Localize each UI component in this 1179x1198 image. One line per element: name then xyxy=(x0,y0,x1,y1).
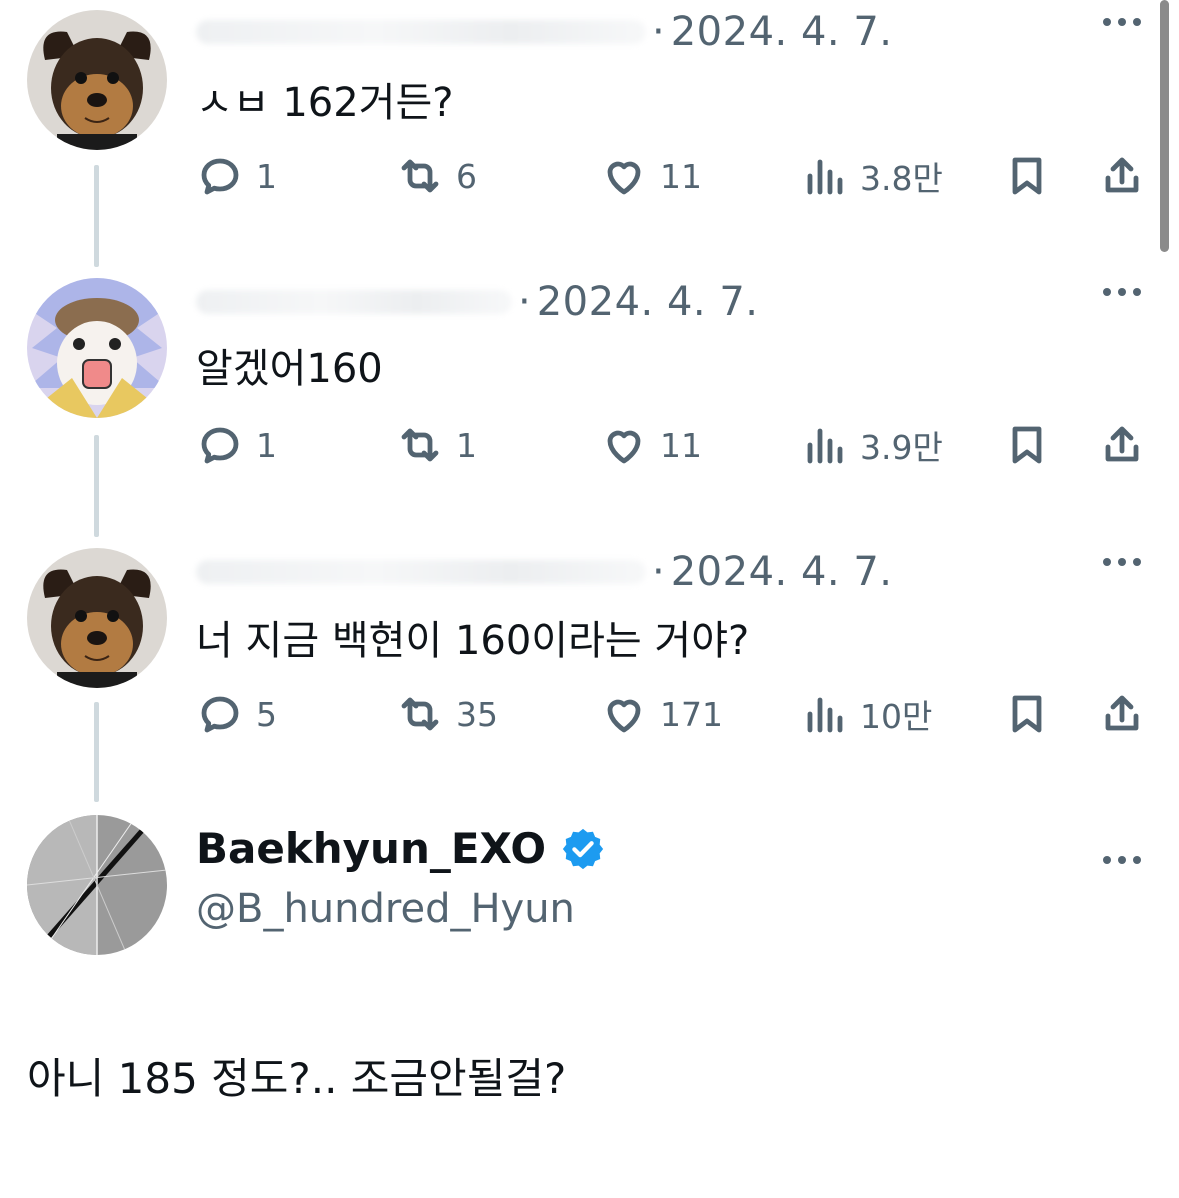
redacted-username xyxy=(196,290,512,314)
reply-2[interactable]: · 2024. 4. 7. 알겠어160 1 1 11 3.9만 xyxy=(0,270,1179,540)
retweet-count: 35 xyxy=(456,694,498,734)
more-options-icon[interactable] xyxy=(1103,288,1141,296)
like-count: 11 xyxy=(660,156,702,196)
reply-date[interactable]: 2024. 4. 7. xyxy=(671,9,893,55)
main-tweet-text: 아니 185 정도?.. 조금안될걸? xyxy=(27,1054,567,1103)
views-icon xyxy=(807,697,843,733)
views-count: 10만 xyxy=(860,697,933,736)
bookmark-button[interactable] xyxy=(1003,682,1051,746)
author-name-text: Baekhyun_EXO xyxy=(196,824,547,873)
share-icon xyxy=(1105,426,1139,462)
views-button[interactable]: 10만 xyxy=(800,682,932,746)
share-icon xyxy=(1105,695,1139,731)
like-button[interactable]: 11 xyxy=(600,413,702,477)
bookmark-icon xyxy=(1012,426,1042,464)
action-bar: 5 35 171 10만 xyxy=(0,682,1179,746)
like-button[interactable]: 11 xyxy=(600,144,702,208)
bookmark-icon xyxy=(1012,157,1042,195)
views-count: 3.8만 xyxy=(860,159,943,198)
reply-button[interactable]: 1 xyxy=(196,144,277,208)
heart-icon xyxy=(607,430,641,464)
reply-date[interactable]: 2024. 4. 7. xyxy=(537,279,759,325)
retweet-icon xyxy=(401,159,439,193)
action-bar: 1 6 11 3.8만 xyxy=(0,144,1179,208)
reply-meta: · 2024. 4. 7. xyxy=(196,4,893,60)
views-icon xyxy=(807,159,843,195)
reply-3[interactable]: · 2024. 4. 7. 너 지금 백현이 160이라는 거야? 5 35 1… xyxy=(0,540,1179,810)
dot-separator: · xyxy=(652,9,665,55)
reply-icon xyxy=(201,427,239,464)
main-tweet-header: Baekhyun_EXO @B_hundred_Hyun xyxy=(0,810,1179,970)
reply-count: 1 xyxy=(256,156,277,196)
views-button[interactable]: 3.9만 xyxy=(800,413,943,477)
reply-text: 알겠어160 xyxy=(196,346,383,392)
action-bar: 1 1 11 3.9만 xyxy=(0,413,1179,477)
heart-icon xyxy=(607,161,641,195)
redacted-username xyxy=(196,20,646,44)
reply-count: 1 xyxy=(256,425,277,465)
avatar-cartoon[interactable] xyxy=(27,278,167,418)
redacted-username xyxy=(196,560,646,584)
bookmark-button[interactable] xyxy=(1003,413,1051,477)
share-icon xyxy=(1105,157,1139,193)
reply-date[interactable]: 2024. 4. 7. xyxy=(671,549,893,595)
views-count: 3.9만 xyxy=(860,428,943,467)
heart-icon xyxy=(607,699,641,733)
avatar-dog[interactable] xyxy=(27,548,167,688)
reply-button[interactable]: 5 xyxy=(196,682,277,746)
retweet-icon xyxy=(401,428,439,462)
reply-1[interactable]: · 2024. 4. 7. ㅅㅂ 162거든? 1 6 11 3.8만 xyxy=(0,0,1179,270)
retweet-count: 1 xyxy=(456,425,477,465)
author-display-name[interactable]: Baekhyun_EXO xyxy=(196,824,606,873)
bookmark-button[interactable] xyxy=(1003,144,1051,208)
retweet-count: 6 xyxy=(456,156,477,196)
like-button[interactable]: 171 xyxy=(600,682,723,746)
retweet-icon xyxy=(401,697,439,731)
views-icon xyxy=(807,428,843,464)
verified-badge-icon xyxy=(563,828,604,869)
more-options-icon[interactable] xyxy=(1103,856,1141,864)
views-button[interactable]: 3.8만 xyxy=(800,144,943,208)
author-avatar[interactable] xyxy=(27,815,167,955)
retweet-button[interactable]: 1 xyxy=(396,413,477,477)
reply-button[interactable]: 1 xyxy=(196,413,277,477)
reply-meta: · 2024. 4. 7. xyxy=(196,274,759,330)
reply-icon xyxy=(201,696,239,733)
reply-text: ㅅㅂ 162거든? xyxy=(196,80,454,126)
like-count: 11 xyxy=(660,425,702,465)
retweet-button[interactable]: 6 xyxy=(396,144,477,208)
like-count: 171 xyxy=(660,694,723,734)
reply-meta: · 2024. 4. 7. xyxy=(196,544,893,600)
share-button[interactable] xyxy=(1098,144,1146,208)
retweet-button[interactable]: 35 xyxy=(396,682,498,746)
more-options-icon[interactable] xyxy=(1103,18,1141,26)
share-button[interactable] xyxy=(1098,413,1146,477)
reply-icon xyxy=(201,158,239,195)
more-options-icon[interactable] xyxy=(1103,558,1141,566)
avatar-dog[interactable] xyxy=(27,10,167,150)
dot-separator: · xyxy=(518,279,531,325)
author-handle[interactable]: @B_hundred_Hyun xyxy=(196,886,575,932)
reply-text: 너 지금 백현이 160이라는 거야? xyxy=(196,618,750,664)
reply-count: 5 xyxy=(256,694,277,734)
dot-separator: · xyxy=(652,549,665,595)
share-button[interactable] xyxy=(1098,682,1146,746)
bookmark-icon xyxy=(1012,695,1042,733)
